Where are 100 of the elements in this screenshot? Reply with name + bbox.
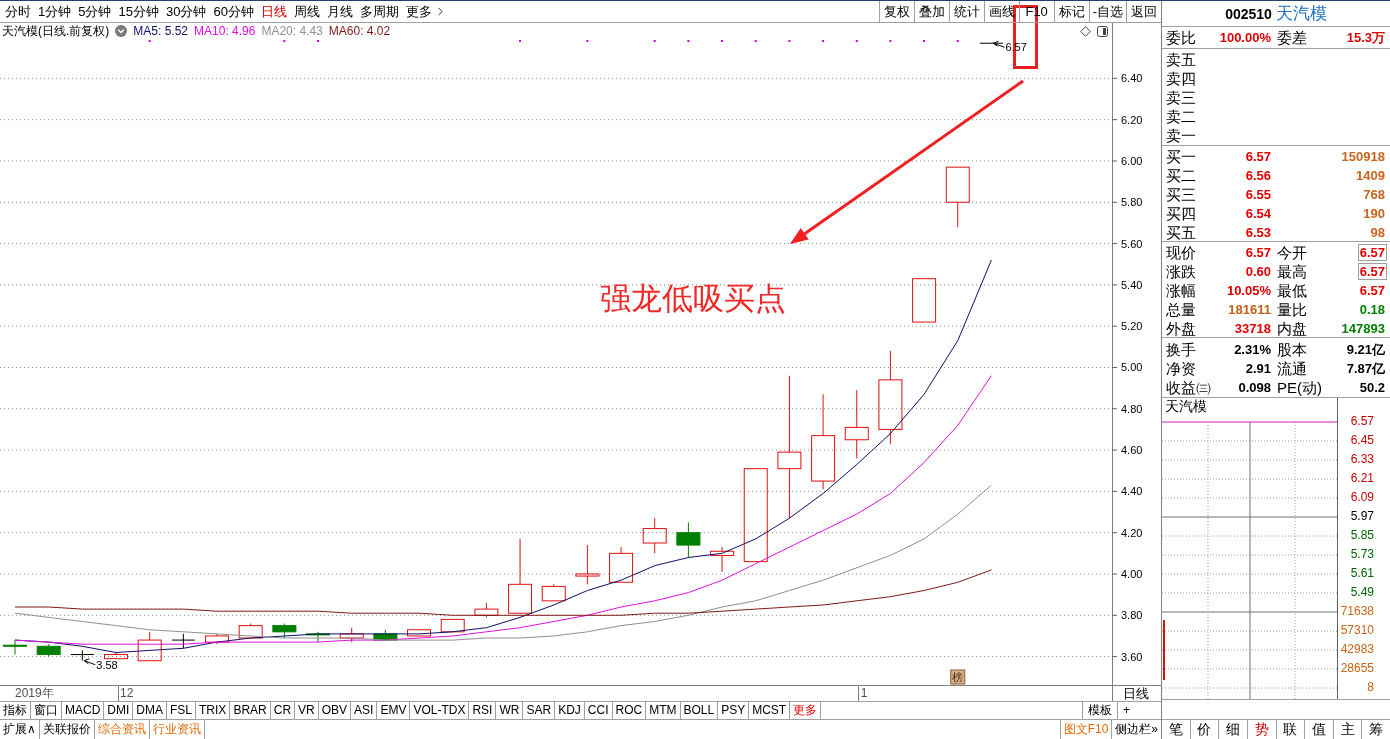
field-label: PE(动) <box>1276 378 1321 397</box>
bottom-tab[interactable]: 图文F10 <box>1059 720 1112 739</box>
indicator-tab[interactable]: RSI <box>469 702 497 719</box>
price-tick-label: 5.00 <box>1121 361 1143 374</box>
indicator-tab[interactable]: MTM <box>646 702 681 719</box>
bid-label: 买四 <box>1166 204 1197 223</box>
period-tab[interactable]: 60分钟 <box>213 1 254 22</box>
bottom-tab[interactable]: 行业资讯 <box>149 720 205 739</box>
candlestick <box>373 629 398 641</box>
indicator-tab[interactable]: CR <box>270 702 296 719</box>
period-tab[interactable]: 月线 <box>326 1 353 22</box>
period-tab[interactable]: 15分钟 <box>118 1 159 22</box>
period-tab[interactable]: 日线 <box>260 1 287 22</box>
side-tab[interactable]: 价 <box>1190 720 1220 739</box>
indicator-tab[interactable]: MCST <box>749 702 791 719</box>
indicator-tab[interactable]: WR <box>496 702 524 719</box>
candlestick <box>306 631 331 643</box>
indicator-tab[interactable]: ASI <box>351 702 378 719</box>
bid-price: 6.53 <box>1244 224 1272 241</box>
side-tab[interactable]: 势 <box>1247 720 1277 739</box>
side-tab[interactable]: 笔 <box>1162 720 1191 739</box>
indicator-tab[interactable]: SAR <box>523 702 556 719</box>
bid-label: 买五 <box>1166 223 1197 242</box>
toolbar-button[interactable]: 返回 <box>1126 1 1161 22</box>
candlestick <box>474 602 499 618</box>
period-tab[interactable]: 多周期 <box>359 1 399 22</box>
toolbar-button[interactable]: 叠加 <box>913 1 949 22</box>
bottom-tab[interactable]: 关联报价 <box>39 720 95 739</box>
bottom-tab[interactable]: 扩展∧ <box>0 720 40 739</box>
price-label: 3.58 <box>96 658 118 671</box>
indicator-tab[interactable]: EMV <box>377 702 411 719</box>
dropdown-icon[interactable] <box>115 25 128 37</box>
price-tick-label: 5.60 <box>1121 237 1143 250</box>
toolbar-button[interactable]: 复权 <box>878 1 914 22</box>
template-button[interactable]: 模板 <box>1082 702 1117 719</box>
template-button[interactable]: + <box>1117 702 1135 719</box>
price-tick-label: 6.40 <box>1121 72 1143 85</box>
indicator-tab[interactable]: DMI <box>104 702 134 719</box>
side-tab[interactable]: 细 <box>1219 720 1248 739</box>
panel-toggle-icon[interactable] <box>1097 25 1108 37</box>
more-menu[interactable]: 更多 <box>405 1 447 22</box>
price-tick-label: 6.09 <box>1350 489 1374 506</box>
period-label: 日线 <box>1112 686 1161 701</box>
price-tick-label: 4.80 <box>1121 402 1143 415</box>
indicator-tab[interactable]: BOLL <box>680 702 719 719</box>
price-tick-label: 3.60 <box>1121 650 1143 663</box>
indicator-tab[interactable]: ROC <box>612 702 647 719</box>
candlestick <box>3 639 27 656</box>
period-tab[interactable]: 1分钟 <box>38 1 72 22</box>
period-tab[interactable]: 30分钟 <box>165 1 207 22</box>
bottom-tab[interactable]: 侧边栏» <box>1111 720 1161 739</box>
side-tab[interactable]: 联 <box>1276 720 1306 739</box>
field-label: 涨跌 <box>1166 262 1197 281</box>
indicator-tab[interactable]: TRIX <box>196 702 231 719</box>
toolbar-button[interactable]: 统计 <box>948 1 984 22</box>
bottom-tab[interactable]: 综合资讯 <box>94 720 150 739</box>
price-tick-label: 5.20 <box>1121 320 1143 333</box>
indicator-tab[interactable]: CCI <box>584 702 613 719</box>
side-tab[interactable]: 筹 <box>1362 720 1390 739</box>
ask-label: 卖三 <box>1166 88 1197 107</box>
legend-entry: MA5: 5.52 <box>133 24 189 38</box>
indicator-tab[interactable]: BRAR <box>230 702 271 719</box>
indicator-tab[interactable]: VR <box>295 702 319 719</box>
period-tab[interactable]: 周线 <box>293 1 320 22</box>
indicator-tab[interactable]: 更多 <box>790 702 822 719</box>
side-tab[interactable]: 主 <box>1333 720 1363 739</box>
date-label: 2019年 <box>15 686 54 701</box>
pointer-arrow-icon <box>83 658 96 666</box>
toolbar-button[interactable]: 标记 <box>1053 1 1089 22</box>
period-tab[interactable]: 分时 <box>5 1 31 22</box>
side-tab[interactable]: 值 <box>1305 720 1334 739</box>
ask-label: 卖五 <box>1166 50 1197 69</box>
pointer-arrow-icon <box>992 40 1005 48</box>
indicator-tab[interactable]: OBV <box>318 702 352 719</box>
field-label: 内盘 <box>1276 319 1308 338</box>
diamond-icon[interactable] <box>1080 25 1091 37</box>
field-value: 2.91 <box>1244 360 1272 377</box>
field-label: 外盘 <box>1166 319 1197 338</box>
stock-code: 002510 <box>1225 5 1272 22</box>
field-label: 净资 <box>1166 359 1197 378</box>
candlestick <box>541 583 566 602</box>
field-value: 0.18 <box>1358 301 1386 318</box>
period-tab[interactable]: 5分钟 <box>78 1 112 22</box>
candlestick <box>912 278 937 323</box>
indicator-tab[interactable]: PSY <box>718 702 750 719</box>
list-tag: 榜 <box>950 669 966 685</box>
field-label: 委差 <box>1276 28 1308 47</box>
toolbar-button[interactable]: -自选 <box>1088 1 1126 22</box>
field-label: 最低 <box>1276 281 1308 300</box>
indicator-tab[interactable]: 指标 <box>0 702 31 719</box>
indicator-tab[interactable]: VOL-TDX <box>410 702 470 719</box>
indicator-tab[interactable]: KDJ <box>555 702 585 719</box>
indicator-tab[interactable]: MACD <box>62 702 105 719</box>
indicator-tab[interactable]: 窗口 <box>31 702 62 719</box>
field-value: 0.60 <box>1244 263 1272 280</box>
indicator-tab[interactable]: DMA <box>133 702 167 719</box>
field-label: 现价 <box>1166 243 1197 262</box>
indicator-tab[interactable]: FSL <box>167 702 197 719</box>
field-value: 50.2 <box>1358 379 1386 396</box>
field-value: 181611 <box>1227 301 1272 318</box>
